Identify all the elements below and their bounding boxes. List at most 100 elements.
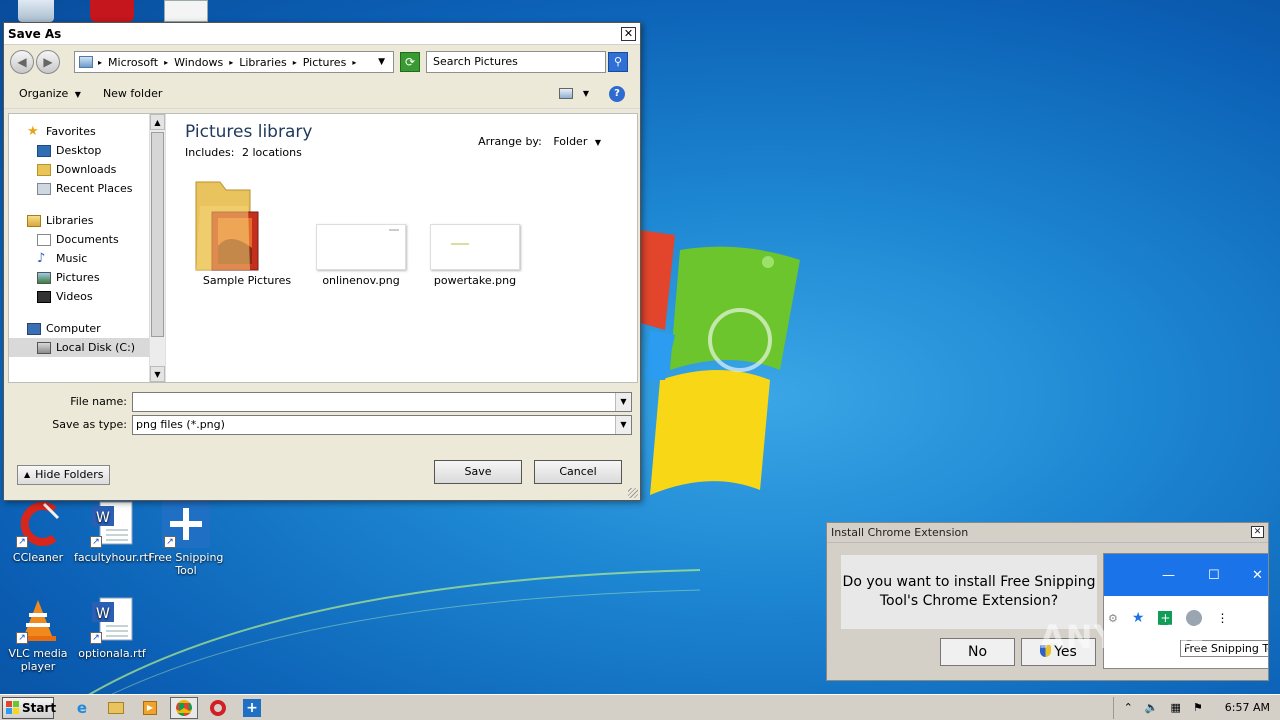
desktop-icon-facultyhour[interactable]: W ↗ facultyhour.rtf xyxy=(74,500,152,564)
arrange-by-dropdown[interactable]: Folder ▼ xyxy=(553,135,601,148)
start-label: Start xyxy=(22,700,57,715)
browser-pane: ★ Favorites Desktop Downloads Recent Plac… xyxy=(8,113,638,383)
file-item[interactable]: Sample Pictures xyxy=(190,176,304,287)
file-name-label: File name: xyxy=(70,395,127,408)
music-note-icon: ♪ xyxy=(37,250,46,266)
command-toolbar: Organize ▼ New folder ▼ ? xyxy=(4,79,640,109)
tree-item-libraries[interactable]: Libraries xyxy=(9,211,165,230)
dialog-titlebar[interactable]: Save As ✕ xyxy=(4,23,640,45)
volume-icon[interactable]: 🔈 xyxy=(1145,701,1159,714)
breadcrumb-windows[interactable]: Windows xyxy=(174,56,223,69)
tree-scrollbar[interactable]: ▲ ▼ xyxy=(149,114,165,382)
recycle-bin-icon[interactable] xyxy=(18,0,54,22)
save-type-select[interactable]: png files (*.png) ▼ xyxy=(132,414,632,435)
media-player-icon[interactable]: ▶ xyxy=(136,697,164,719)
libraries-icon xyxy=(27,214,41,227)
refresh-button[interactable]: ⟳ xyxy=(400,52,420,72)
breadcrumb-microsoft[interactable]: Microsoft xyxy=(108,56,158,69)
file-grid: Sample Pictures onlinenov.png powertake.… xyxy=(190,176,532,287)
popup-titlebar[interactable]: Install Chrome Extension ✕ xyxy=(827,523,1268,543)
internet-explorer-icon[interactable]: e xyxy=(68,697,96,719)
chrome-icon[interactable] xyxy=(170,696,198,719)
show-hidden-icons-icon[interactable]: ⌃ xyxy=(1124,701,1133,714)
tree-item-downloads[interactable]: Downloads xyxy=(9,160,165,179)
tree-item-desktop[interactable]: Desktop xyxy=(9,141,165,160)
desktop-icon-vlc[interactable]: ↗ VLC media player xyxy=(0,596,76,673)
wallpaper-swoosh xyxy=(80,569,700,700)
clock[interactable]: 6:57 AM xyxy=(1225,701,1270,714)
scroll-down-icon[interactable]: ▼ xyxy=(150,366,165,382)
close-icon: ✕ xyxy=(1252,568,1263,583)
explorer-folder-icon[interactable] xyxy=(102,697,130,719)
shortcut-arrow-icon: ↗ xyxy=(16,632,28,644)
file-name: Sample Pictures xyxy=(202,274,292,287)
close-button[interactable]: ✕ xyxy=(621,26,636,41)
chevron-down-icon: ▼ xyxy=(74,90,81,99)
tree-item-favorites[interactable]: ★ Favorites xyxy=(9,122,165,141)
scroll-thumb[interactable] xyxy=(151,132,164,337)
file-item[interactable]: onlinenov.png xyxy=(304,176,418,287)
search-input[interactable]: Search Pictures xyxy=(426,51,606,73)
breadcrumb-libraries[interactable]: Libraries xyxy=(239,56,287,69)
file-list-pane: Pictures library Includes: 2 locations A… xyxy=(165,114,637,382)
library-locations-link[interactable]: 2 locations xyxy=(242,146,302,159)
save-button[interactable]: Save xyxy=(434,460,522,484)
network-icon[interactable]: ▦ xyxy=(1171,701,1181,714)
maximize-icon: ☐ xyxy=(1208,568,1220,583)
tree-item-label: Favorites xyxy=(46,125,96,138)
library-includes: Includes: 2 locations xyxy=(185,146,302,159)
file-item[interactable]: powertake.png xyxy=(418,176,532,287)
tree-item-pictures[interactable]: Pictures xyxy=(9,268,165,287)
tree-item-documents[interactable]: Documents xyxy=(9,230,165,249)
computer-icon xyxy=(27,322,41,335)
opera-icon[interactable] xyxy=(90,0,134,22)
file-name-field[interactable]: ▼ xyxy=(132,391,632,412)
arrange-by-value: Folder xyxy=(553,135,588,148)
menu-dots-icon: ⋮ xyxy=(1216,611,1229,625)
organize-button[interactable]: Organize ▼ xyxy=(19,87,81,100)
chevron-down-icon[interactable]: ▼ xyxy=(583,89,589,98)
forward-button[interactable]: ▶ xyxy=(36,50,60,74)
tree-item-label: Libraries xyxy=(46,214,94,227)
start-button[interactable]: Start xyxy=(2,696,57,719)
desktop-icon-ccleaner[interactable]: ↗ CCleaner xyxy=(0,500,76,564)
scroll-up-icon[interactable]: ▲ xyxy=(150,114,165,130)
tree-item-local-disk[interactable]: Local Disk (C:) xyxy=(9,338,165,357)
tree-item-label: Music xyxy=(56,252,88,265)
desktop-icon-free-snipping-tool[interactable]: ↗ Free Snipping Tool xyxy=(148,500,224,577)
close-button[interactable]: ✕ xyxy=(1251,526,1264,538)
desktop-icon-optionala[interactable]: W ↗ optionala.rtf xyxy=(74,596,150,660)
search-icon[interactable]: ⚲ xyxy=(608,52,628,72)
address-bar[interactable]: ▸ Microsoft ▸ Windows ▸ Libraries ▸ Pict… xyxy=(74,51,394,73)
shortcut-arrow-icon: ↗ xyxy=(164,536,176,548)
tree-item-computer[interactable]: Computer xyxy=(9,319,165,338)
ccleaner-icon: ↗ xyxy=(14,500,62,548)
tree-item-videos[interactable]: Videos xyxy=(9,287,165,306)
star-icon: ★ xyxy=(27,123,39,139)
recent-places-icon xyxy=(37,182,51,195)
chevron-down-icon: ▼ xyxy=(594,138,601,147)
file-name: onlinenov.png xyxy=(322,274,400,287)
navigation-bar: ◀ ▶ ▸ Microsoft ▸ Windows ▸ Libraries ▸ … xyxy=(4,45,640,79)
hide-folders-button[interactable]: ▲ Hide Folders xyxy=(17,465,111,485)
tree-item-music[interactable]: ♪ Music xyxy=(9,249,165,268)
desktop-icon xyxy=(37,144,51,157)
view-options-icon[interactable] xyxy=(558,88,573,99)
new-folder-button[interactable]: New folder xyxy=(103,87,162,100)
cancel-button[interactable]: Cancel xyxy=(534,460,622,484)
breadcrumb-separator-icon: ▸ xyxy=(98,57,103,67)
resize-grip-icon[interactable] xyxy=(628,488,638,498)
document-icon[interactable] xyxy=(164,0,208,22)
tree-item-recent-places[interactable]: Recent Places xyxy=(9,179,165,198)
free-snipping-tool-icon[interactable]: + xyxy=(238,697,266,719)
address-dropdown-icon[interactable]: ▼ xyxy=(378,57,385,67)
opera-icon[interactable] xyxy=(204,697,232,719)
back-button[interactable]: ◀ xyxy=(10,50,34,74)
help-icon[interactable]: ? xyxy=(609,85,625,102)
action-center-flag-icon[interactable]: ⚑ xyxy=(1193,701,1203,714)
chevron-down-icon[interactable]: ▼ xyxy=(615,415,631,434)
tree-item-label: Desktop xyxy=(56,144,102,157)
no-button[interactable]: No xyxy=(940,638,1015,666)
breadcrumb-pictures[interactable]: Pictures xyxy=(303,56,347,69)
chevron-down-icon[interactable]: ▼ xyxy=(615,392,631,411)
